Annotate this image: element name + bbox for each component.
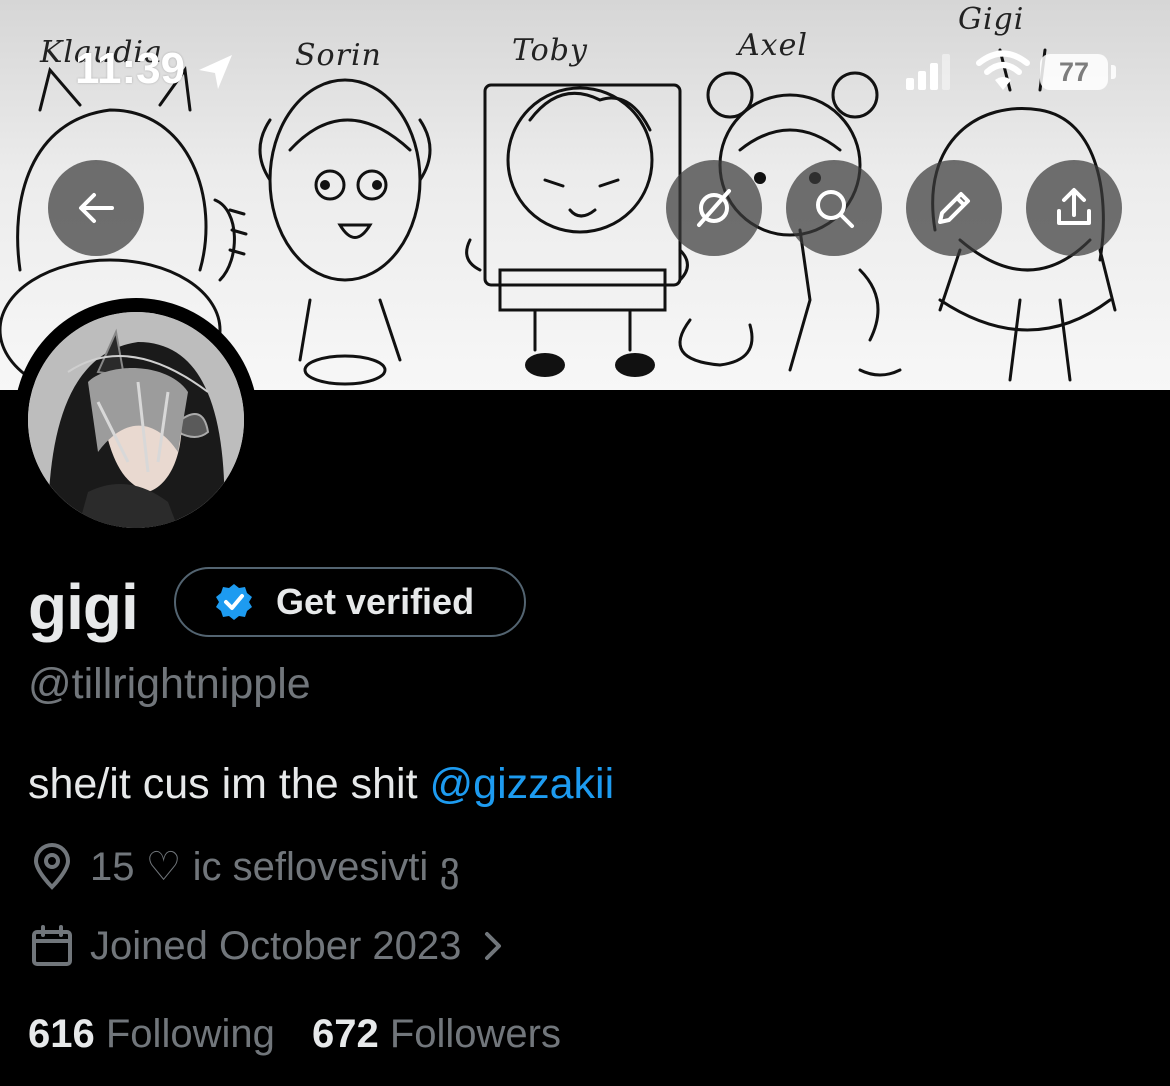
joined-text: Joined October 2023	[90, 923, 462, 968]
followers-count: 672	[311, 1012, 379, 1056]
banner-label-sorin: Sorin	[295, 38, 382, 73]
banner-label-axel: Axel	[738, 28, 808, 63]
back-button[interactable]	[48, 160, 144, 256]
status-time: 11:39	[75, 44, 186, 93]
wifi-icon	[976, 50, 1030, 90]
verified-badge-icon	[216, 584, 252, 620]
location-text: 15 ♡ ic seflovesivti ვ	[90, 845, 460, 889]
pencil-icon	[938, 192, 970, 224]
avatar-image	[28, 312, 244, 528]
following-link[interactable]: 616 Following	[28, 1012, 275, 1057]
location-row: 15 ♡ ic seflovesivti ვ	[28, 843, 460, 891]
banner-label-gigi: Gigi	[958, 2, 1025, 37]
battery-tip	[1111, 65, 1116, 79]
followers-link[interactable]: 672 Followers	[312, 1012, 561, 1057]
search-button[interactable]	[786, 160, 882, 256]
bio-text: she/it cus im the shit	[28, 760, 430, 808]
location-arrow-icon	[199, 55, 232, 89]
profile-avatar[interactable]	[14, 298, 258, 542]
grok-icon	[697, 189, 731, 227]
display-name: gigi	[28, 571, 139, 643]
joined-row[interactable]: Joined October 2023	[28, 922, 509, 970]
search-icon	[816, 190, 854, 228]
get-verified-label: Get verified	[276, 581, 475, 622]
grok-button[interactable]	[666, 160, 762, 256]
following-count: 616	[28, 1012, 95, 1056]
share-button[interactable]	[1026, 160, 1122, 256]
follow-counts: 616 Following 672 Followers	[28, 1012, 561, 1057]
username-handle: @tillrightnipple	[28, 660, 311, 708]
calendar-icon	[32, 925, 72, 966]
cellular-signal-icon	[906, 54, 950, 90]
edit-button[interactable]	[906, 160, 1002, 256]
bio-mention-link[interactable]: @gizzakii	[430, 760, 615, 808]
profile-bio: she/it cus im the shit @gizzakii	[28, 760, 614, 809]
battery-indicator: 77	[1040, 54, 1108, 90]
banner-label-toby: Toby	[512, 33, 588, 68]
get-verified-button[interactable]: Get verified	[174, 567, 526, 637]
arrow-left-icon	[79, 193, 114, 223]
chevron-right-icon	[485, 932, 502, 960]
share-icon	[1057, 188, 1091, 225]
following-label: Following	[105, 1012, 275, 1056]
location-pin-icon	[33, 843, 71, 890]
followers-label: Followers	[389, 1012, 561, 1056]
